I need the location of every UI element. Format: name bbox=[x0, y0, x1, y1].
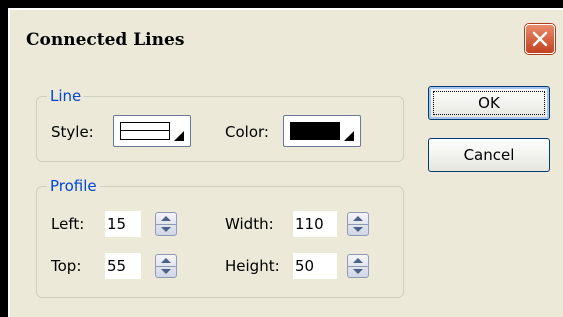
line-color-preview bbox=[290, 122, 340, 140]
height-input[interactable] bbox=[293, 253, 337, 279]
top-spinner[interactable] bbox=[155, 254, 177, 278]
line-group-legend: Line bbox=[47, 87, 85, 105]
spin-down-icon bbox=[353, 269, 363, 274]
top-label: Top: bbox=[51, 257, 82, 275]
width-spinner[interactable] bbox=[347, 212, 369, 236]
left-label: Left: bbox=[51, 215, 85, 233]
left-input[interactable] bbox=[105, 211, 141, 237]
height-spinner[interactable] bbox=[347, 254, 369, 278]
focus-rect bbox=[433, 91, 545, 115]
line-style-picker[interactable] bbox=[113, 115, 191, 147]
dialog-title: Connected Lines bbox=[26, 30, 185, 50]
left-spinner[interactable] bbox=[155, 212, 177, 236]
spin-up-icon bbox=[353, 216, 363, 221]
width-input[interactable] bbox=[293, 211, 337, 237]
top-spin-down[interactable] bbox=[156, 266, 176, 277]
width-label: Width: bbox=[225, 215, 274, 233]
left-spin-down[interactable] bbox=[156, 224, 176, 235]
spin-down-icon bbox=[161, 227, 171, 232]
height-spin-down[interactable] bbox=[348, 266, 368, 277]
color-label: Color: bbox=[225, 123, 269, 141]
dropdown-triangle-icon bbox=[344, 131, 354, 141]
spin-up-icon bbox=[353, 258, 363, 263]
spin-down-icon bbox=[161, 269, 171, 274]
line-group: Line Style: Color: bbox=[36, 87, 404, 162]
style-label: Style: bbox=[51, 123, 94, 141]
cancel-button[interactable]: Cancel bbox=[428, 138, 550, 172]
spin-up-icon bbox=[161, 258, 171, 263]
dropdown-triangle-icon bbox=[174, 131, 184, 141]
spin-up-icon bbox=[161, 216, 171, 221]
line-style-preview bbox=[120, 122, 170, 140]
close-x-icon bbox=[532, 31, 548, 47]
height-label: Height: bbox=[225, 257, 280, 275]
connected-lines-dialog: Connected Lines Line Style: Color: Profi… bbox=[8, 8, 563, 317]
spin-down-icon bbox=[353, 227, 363, 232]
line-color-picker[interactable] bbox=[283, 115, 361, 147]
profile-group: Profile Left: Width: bbox=[36, 177, 404, 298]
ok-button[interactable]: OK bbox=[428, 86, 550, 120]
cancel-label: Cancel bbox=[463, 146, 515, 164]
top-input[interactable] bbox=[105, 253, 141, 279]
title-bar[interactable]: Connected Lines bbox=[10, 10, 563, 71]
profile-group-legend: Profile bbox=[47, 177, 100, 195]
width-spin-down[interactable] bbox=[348, 224, 368, 235]
close-button[interactable] bbox=[525, 24, 555, 54]
dialog-frame: Connected Lines Line Style: Color: Profi… bbox=[0, 0, 563, 317]
